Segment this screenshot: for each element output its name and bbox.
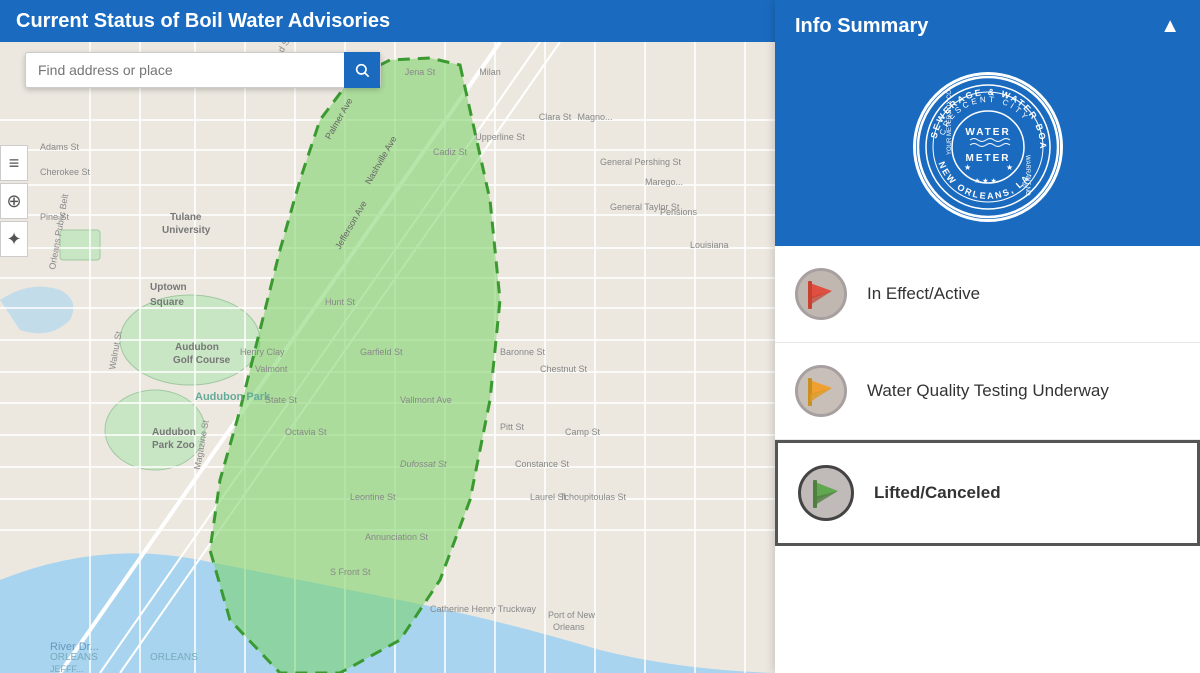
testing-icon-svg (802, 372, 840, 410)
search-input[interactable] (26, 62, 344, 78)
map-container[interactable]: S Broad St Jena St Milan Clara St Magno.… (0, 0, 775, 673)
svg-text:Cherokee St: Cherokee St (40, 167, 91, 177)
svg-text:Catherine Henry Truckway: Catherine Henry Truckway (430, 604, 537, 614)
svg-text:YOUR METER BOX CO.: YOUR METER BOX CO. (947, 88, 953, 155)
svg-text:Tulane: Tulane (170, 212, 202, 223)
svg-text:Camp St: Camp St (565, 427, 601, 437)
svg-text:METER: METER (965, 153, 1010, 164)
left-navigation: ≡ ⊕ ✦ (0, 145, 28, 257)
svg-text:State St: State St (265, 395, 298, 405)
svg-text:Milan: Milan (479, 67, 501, 77)
svg-text:Dufossat St: Dufossat St (400, 459, 447, 469)
svg-text:Pensions: Pensions (660, 207, 698, 217)
svg-text:Vallmont Ave: Vallmont Ave (400, 395, 452, 405)
svg-text:®: ® (1022, 181, 1028, 189)
svg-text:ORLEANS: ORLEANS (50, 652, 98, 663)
nav-button-1[interactable]: ≡ (0, 145, 28, 181)
info-panel-title: Info Summary (795, 15, 928, 38)
svg-text:Golf Course: Golf Course (173, 355, 231, 366)
svg-text:Henry Clay: Henry Clay (240, 347, 285, 357)
svg-text:S Front St: S Front St (330, 567, 371, 577)
svg-text:Louisiana: Louisiana (690, 240, 729, 250)
search-icon (354, 62, 370, 78)
svg-text:Audubon: Audubon (175, 342, 219, 353)
svg-text:Uptown: Uptown (150, 282, 187, 293)
svg-text:★: ★ (964, 163, 971, 172)
svg-text:Adams St: Adams St (40, 142, 80, 152)
svg-text:Audubon: Audubon (152, 427, 196, 438)
svg-text:★: ★ (1006, 163, 1013, 172)
svg-text:Garfield St: Garfield St (360, 347, 403, 357)
logo-container: SEWERAGE & WATER BOARD NEW ORLEANS, LA. … (775, 52, 1200, 246)
lifted-icon-svg (806, 473, 846, 513)
info-panel: Info Summary ▲ SEWERAGE & WATER BOARD NE… (775, 0, 1200, 673)
svg-text:JEFFF...: JEFFF... (50, 664, 84, 673)
nav-button-2[interactable]: ⊕ (0, 183, 28, 219)
svg-text:Valmont: Valmont (255, 364, 288, 374)
legend-label-lifted: Lifted/Canceled (874, 483, 1001, 503)
svg-text:Clara St: Clara St (539, 112, 572, 122)
search-container (25, 52, 381, 88)
svg-text:Hunt St: Hunt St (325, 297, 356, 307)
legend-label-testing: Water Quality Testing Underway (867, 381, 1109, 401)
active-icon-svg (802, 275, 840, 313)
svg-text:Jena St: Jena St (405, 67, 436, 77)
svg-text:Annunciation St: Annunciation St (365, 532, 429, 542)
svg-text:★ ★ ★: ★ ★ ★ (974, 177, 997, 185)
svg-text:Audubon Park: Audubon Park (195, 391, 271, 403)
info-panel-header: Info Summary ▲ (775, 0, 1200, 52)
svg-text:ORLEANS: ORLEANS (150, 652, 198, 663)
search-button[interactable] (344, 52, 380, 88)
legend-item-active: In Effect/Active (775, 246, 1200, 343)
legend-item-lifted: Lifted/Canceled (775, 440, 1200, 546)
svg-text:Upperline St: Upperline St (475, 132, 525, 142)
svg-text:Tchoupitoulas St: Tchoupitoulas St (560, 492, 627, 502)
info-panel-collapse-button[interactable]: ▲ (1160, 15, 1180, 38)
svg-text:WATER: WATER (965, 127, 1010, 138)
svg-text:Chestnut St: Chestnut St (540, 364, 588, 374)
legend-icon-lifted (798, 465, 854, 521)
svg-text:Pitt St: Pitt St (500, 422, 525, 432)
legend-container: In Effect/Active Water Quality Testing U… (775, 246, 1200, 673)
svg-text:University: University (162, 225, 211, 236)
svg-text:Square: Square (150, 297, 184, 308)
svg-text:Orleans: Orleans (553, 622, 585, 632)
svg-text:Park Zoo: Park Zoo (152, 440, 195, 451)
svg-text:Constance St: Constance St (515, 459, 570, 469)
swb-logo: SEWERAGE & WATER BOARD NEW ORLEANS, LA. … (913, 72, 1063, 222)
svg-text:Octavia St: Octavia St (285, 427, 327, 437)
legend-label-active: In Effect/Active (867, 284, 980, 304)
map-svg: S Broad St Jena St Milan Clara St Magno.… (0, 0, 775, 673)
svg-text:Baronne St: Baronne St (500, 347, 546, 357)
legend-item-testing: Water Quality Testing Underway (775, 343, 1200, 440)
legend-icon-testing (795, 365, 847, 417)
svg-text:Port of New: Port of New (548, 610, 596, 620)
legend-icon-active (795, 268, 847, 320)
logo-svg: SEWERAGE & WATER BOARD NEW ORLEANS, LA. … (916, 75, 1060, 219)
nav-button-3[interactable]: ✦ (0, 221, 28, 257)
svg-text:Cadiz St: Cadiz St (433, 147, 468, 157)
svg-text:WARRANT NO.: WARRANT NO. (1024, 155, 1030, 198)
svg-text:Laurel St: Laurel St (530, 492, 567, 502)
svg-text:Leontine St: Leontine St (350, 492, 396, 502)
svg-text:General Pershing St: General Pershing St (600, 157, 682, 167)
svg-text:Magno...: Magno... (577, 112, 612, 122)
svg-text:Marego...: Marego... (645, 177, 683, 187)
